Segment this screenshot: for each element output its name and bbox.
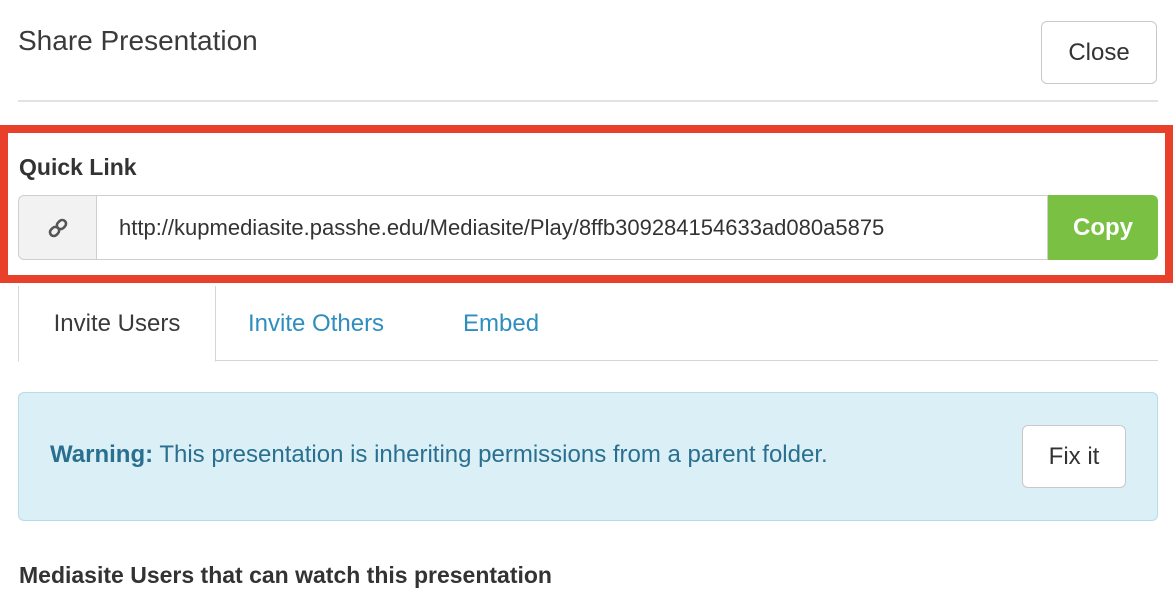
share-tabs: Invite Users Invite Others Embed bbox=[18, 286, 1158, 362]
section-heading: Mediasite Users that can watch this pres… bbox=[19, 562, 552, 588]
warning-text: Warning: This presentation is inheriting… bbox=[50, 441, 828, 469]
tab-invite-others[interactable]: Invite Others bbox=[248, 286, 384, 361]
dialog-title: Share Presentation bbox=[18, 25, 258, 56]
fix-it-button[interactable]: Fix it bbox=[1022, 425, 1126, 488]
copy-button[interactable]: Copy bbox=[1048, 195, 1158, 260]
quick-link-label: Quick Link bbox=[19, 154, 137, 180]
close-button[interactable]: Close bbox=[1041, 21, 1157, 84]
warning-message: This presentation is inheriting permissi… bbox=[153, 441, 828, 468]
warning-label: Warning: bbox=[50, 441, 154, 468]
quick-link-input[interactable]: http://kupmediasite.passhe.edu/Mediasite… bbox=[96, 195, 1048, 260]
tab-embed[interactable]: Embed bbox=[463, 286, 539, 361]
quick-link-group: http://kupmediasite.passhe.edu/Mediasite… bbox=[18, 195, 1158, 260]
warning-alert: Warning: This presentation is inheriting… bbox=[18, 392, 1158, 521]
header-divider bbox=[18, 100, 1158, 102]
link-icon bbox=[48, 218, 67, 237]
tab-invite-users[interactable]: Invite Users bbox=[18, 286, 216, 362]
link-addon bbox=[18, 195, 96, 260]
